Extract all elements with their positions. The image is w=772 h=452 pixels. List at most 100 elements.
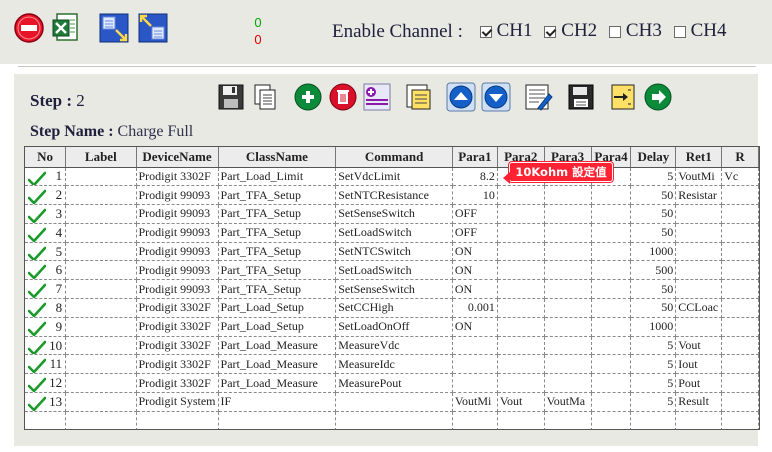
para3-cell[interactable] [544,317,592,337]
delay-cell[interactable]: 50 [630,185,677,206]
label-cell[interactable] [65,204,137,224]
row-number-cell[interactable]: 1 [25,167,67,187]
label-cell[interactable] [65,336,137,356]
para1-cell[interactable]: 0.001 [452,298,498,318]
r-cell[interactable] [721,185,759,206]
classname-cell[interactable]: Part_TFA_Setup [218,204,337,224]
devicename-cell[interactable] [136,411,219,429]
para1-cell[interactable]: OFF [452,204,498,224]
insert-step-button[interactable] [362,82,392,112]
command-cell[interactable]: MeasureVdc [335,336,453,356]
para2-cell[interactable] [497,242,545,262]
classname-cell[interactable]: Part_TFA_Setup [218,223,337,243]
para2-cell[interactable] [497,354,545,375]
table-row[interactable]: 11 Prodigit 3302F Part_Load_Measure Measure… [25,354,759,375]
devicename-cell[interactable]: Prodigit 3302F [136,167,219,187]
para2-cell[interactable] [497,336,545,356]
classname-cell[interactable]: Part_TFA_Setup [218,279,337,300]
para1-cell[interactable]: 8.2 [452,167,498,187]
r-cell[interactable] [721,354,759,375]
classname-cell[interactable]: IF [218,392,337,412]
para1-cell[interactable]: ON [452,242,498,262]
excel-export-icon[interactable] [50,12,82,44]
label-cell[interactable] [65,392,137,412]
label-cell[interactable] [65,317,137,337]
para2-cell[interactable] [497,260,545,281]
delay-cell[interactable]: 50 [630,279,677,300]
command-cell[interactable]: SetCCHigh [335,298,453,318]
r-cell[interactable] [721,336,759,356]
import-icon[interactable] [98,12,130,44]
classname-cell[interactable] [218,411,337,429]
devicename-cell[interactable]: Prodigit 99093 [136,185,219,206]
row-number-cell[interactable]: 7 [25,279,67,300]
ret1-cell[interactable]: Result [675,392,723,412]
row-number-cell[interactable]: 12 [25,373,67,394]
table-row[interactable]: 4 Prodigit 99093 Part_TFA_Setup SetLoadSwit… [25,223,759,243]
label-cell[interactable] [65,279,137,300]
para4-cell[interactable] [591,185,632,206]
row-number-cell[interactable]: 2 [25,185,67,206]
para3-cell[interactable] [544,354,592,375]
ret1-cell[interactable] [675,223,723,243]
para2-cell[interactable] [497,185,545,206]
delay-cell[interactable]: 5 [630,354,677,375]
classname-cell[interactable]: Part_Load_Setup [218,317,337,337]
table-row[interactable]: 12 Prodigit 3302F Part_Load_Measure Measure… [25,373,759,394]
row-number-cell[interactable]: 11 [25,354,67,375]
para2-cell[interactable] [497,204,545,224]
delay-cell[interactable]: 500 [630,260,677,281]
para1-cell[interactable]: ON [452,317,498,337]
delay-cell[interactable]: 50 [630,223,677,243]
devicename-cell[interactable]: Prodigit 3302F [136,317,219,337]
row-number-cell[interactable] [25,411,67,429]
devicename-cell[interactable]: Prodigit 99093 [136,223,219,243]
para3-cell[interactable] [544,242,592,262]
table-row[interactable] [25,411,759,429]
copy-button[interactable] [250,82,280,112]
ch1-checkbox[interactable] [479,26,492,38]
row-number-cell[interactable]: 6 [25,260,67,281]
ret1-cell[interactable] [675,242,723,262]
ret1-cell[interactable]: VoutMi [675,167,723,187]
move-up-button[interactable] [446,82,476,112]
next-step-button[interactable] [643,82,673,112]
para2-cell[interactable] [497,279,545,300]
para2-cell[interactable] [497,411,545,429]
ch4-checkbox[interactable] [673,26,686,38]
row-number-cell[interactable]: 13 [25,392,67,412]
devicename-cell[interactable]: Prodigit System [136,392,219,412]
command-cell[interactable]: MeasureIdc [335,354,453,375]
command-cell[interactable]: SetLoadSwitch [335,260,453,281]
delete-step-button[interactable] [328,82,358,112]
command-cell[interactable] [335,392,453,412]
para1-cell[interactable] [452,411,498,429]
row-number-cell[interactable]: 5 [25,242,67,262]
column-header-classname[interactable]: ClassName [218,147,337,168]
ch2-checkbox[interactable] [544,26,557,38]
label-cell[interactable] [65,354,137,375]
command-cell[interactable]: SetVdcLimit [335,167,453,187]
devicename-cell[interactable]: Prodigit 3302F [136,336,219,356]
devicename-cell[interactable]: Prodigit 99093 [136,242,219,262]
delay-cell[interactable]: 1000 [630,317,677,337]
para1-cell[interactable]: OFF [452,223,498,243]
delay-cell[interactable]: 5 [630,392,677,412]
command-cell[interactable]: MeasurePout [335,373,453,394]
para1-cell[interactable]: VoutMi [452,392,498,412]
para4-cell[interactable] [591,204,632,224]
label-cell[interactable] [65,185,137,206]
add-step-button[interactable] [293,82,323,112]
para4-cell[interactable] [591,260,632,281]
para3-cell[interactable] [544,185,592,206]
ret1-cell[interactable] [675,411,723,429]
column-header-delay[interactable]: Delay [630,147,677,168]
label-cell[interactable] [65,298,137,318]
devicename-cell[interactable]: Prodigit 99093 [136,204,219,224]
column-header-devicename[interactable]: DeviceName [136,147,219,168]
command-cell[interactable]: SetNTCSwitch [335,242,453,262]
row-number-cell[interactable]: 8 [25,298,67,318]
r-cell[interactable] [721,317,759,337]
column-header-command[interactable]: Command [335,147,453,168]
command-cell[interactable] [335,411,453,429]
